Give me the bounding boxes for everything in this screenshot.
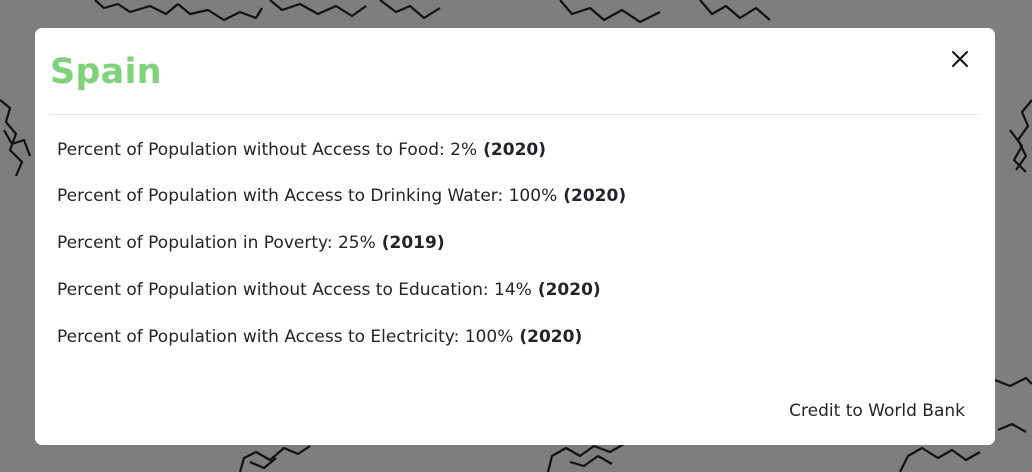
stat-label: Percent of Population without Access to … (57, 140, 478, 160)
stat-year: (2019) (381, 233, 445, 253)
stat-education: Percent of Population without Access to … (57, 279, 601, 301)
stat-year: (2020) (563, 186, 627, 206)
stat-label: Percent of Population with Access to Dri… (57, 186, 558, 206)
stat-drinking-water: Percent of Population with Access to Dri… (57, 185, 626, 207)
close-icon (952, 51, 968, 67)
stat-food-access: Percent of Population without Access to … (57, 139, 546, 161)
modal-header-divider (50, 114, 980, 115)
stat-label: Percent of Population without Access to … (57, 280, 532, 300)
stat-year: (2020) (519, 327, 583, 347)
stat-year: (2020) (537, 280, 601, 300)
stat-electricity: Percent of Population with Access to Ele… (57, 326, 582, 348)
stat-year: (2020) (483, 140, 546, 160)
stat-label: Percent of Population in Poverty: 25% (57, 233, 376, 253)
country-info-modal: Spain Percent of Population without Acce… (35, 28, 995, 445)
stat-label: Percent of Population with Access to Ele… (57, 327, 514, 347)
credit-text: Credit to World Bank (789, 401, 965, 421)
close-button[interactable] (943, 42, 977, 76)
stat-poverty: Percent of Population in Poverty: 25% (20… (57, 232, 445, 254)
modal-title: Spain (50, 52, 162, 92)
